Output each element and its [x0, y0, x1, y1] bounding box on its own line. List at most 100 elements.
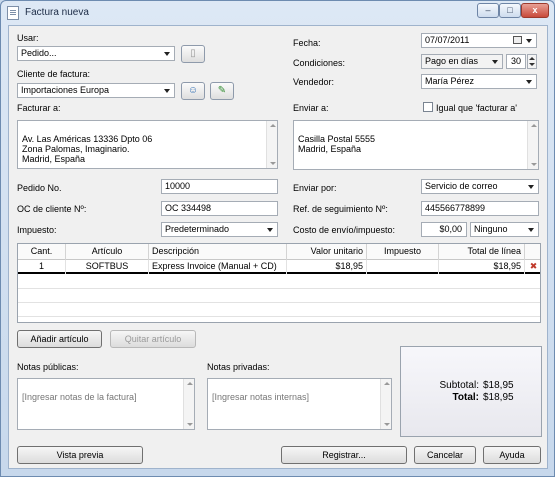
costo-label: Costo de envío/impuesto:	[293, 225, 396, 235]
impuesto-select[interactable]: Predeterminado	[161, 222, 278, 237]
enviar-por-select[interactable]: Servicio de correo	[421, 179, 539, 194]
same-as-bill-label: Igual que 'facturar a'	[436, 103, 517, 113]
oc-input[interactable]: OC 334498	[161, 201, 278, 216]
ship-to-address[interactable]: Casilla Postal 5555 Madrid, España	[293, 120, 539, 170]
vendedor-label: Vendedor:	[293, 77, 335, 87]
empty-row[interactable]	[18, 275, 540, 289]
cliente-value: Importaciones Europa	[21, 85, 110, 95]
title-bar: Factura nueva – □ x	[1, 1, 554, 25]
help-button[interactable]: Ayuda	[483, 446, 541, 464]
condiciones-label: Condiciones:	[293, 58, 346, 68]
register-button[interactable]: Registrar...	[281, 446, 407, 464]
edit-icon: ✎	[217, 85, 227, 96]
col-articulo[interactable]: Artículo	[66, 244, 149, 260]
public-notes-scrollbar[interactable]	[183, 379, 194, 429]
impuesto-label: Impuesto:	[17, 225, 57, 235]
cell-articulo[interactable]: SOFTBUS	[66, 260, 149, 274]
public-notes-label: Notas públicas:	[17, 362, 79, 372]
cell-valor[interactable]: $18,95	[287, 260, 367, 274]
subtotal-label: Subtotal:	[439, 380, 479, 391]
seguimiento-label: Ref. de seguimiento Nº:	[293, 204, 388, 214]
maximize-button[interactable]: □	[499, 3, 521, 18]
public-notes-placeholder: [Ingresar notas de la factura]	[22, 392, 137, 402]
bill-to-scrollbar[interactable]	[266, 121, 277, 168]
edit-client-button[interactable]: ✎	[210, 82, 234, 100]
pedido-input[interactable]: 10000	[161, 179, 278, 194]
enviar-label: Enviar a:	[293, 103, 329, 113]
total-label: Total:	[452, 392, 479, 403]
chevron-down-icon	[488, 55, 502, 68]
seguimiento-input[interactable]: 445566778899	[421, 201, 539, 216]
col-cant[interactable]: Cant.	[18, 244, 66, 260]
oc-label: OC de cliente Nº:	[17, 204, 87, 214]
document-button[interactable]: ▯	[181, 45, 205, 63]
window-title: Factura nueva	[25, 7, 89, 18]
condiciones-select[interactable]: Pago en días	[421, 54, 503, 69]
days-spinner[interactable]	[527, 54, 537, 69]
cell-cant[interactable]: 1	[18, 260, 66, 274]
chevron-down-icon	[524, 180, 538, 193]
col-total[interactable]: Total de línea	[439, 244, 525, 260]
contacts-button[interactable]: ☺	[181, 82, 205, 100]
costo-tax-value: Ninguno	[474, 224, 508, 234]
enviar-por-value: Servicio de correo	[425, 181, 498, 191]
contacts-icon: ☺	[187, 85, 199, 96]
pedido-label: Pedido No.	[17, 183, 62, 193]
chevron-down-icon	[160, 84, 174, 97]
enviar-por-label: Enviar por:	[293, 183, 337, 193]
items-table[interactable]: Cant. Artículo Descripción Valor unitari…	[17, 243, 541, 323]
empty-row[interactable]	[18, 289, 540, 303]
impuesto-value: Predeterminado	[165, 224, 230, 234]
private-notes-label: Notas privadas:	[207, 362, 270, 372]
vendedor-value: María Pérez	[425, 76, 475, 86]
private-notes-placeholder: [Ingresar notas internas]	[212, 392, 310, 402]
chevron-down-icon	[522, 75, 536, 88]
fecha-value: 07/07/2011	[425, 35, 470, 45]
ship-to-text: Casilla Postal 5555 Madrid, España	[298, 134, 376, 154]
private-notes-input[interactable]: [Ingresar notas internas]	[207, 378, 392, 430]
usar-value: Pedido...	[21, 48, 57, 58]
preview-button[interactable]: Vista previa	[17, 446, 143, 464]
fecha-picker[interactable]: 07/07/2011	[421, 33, 537, 48]
close-button[interactable]: x	[521, 3, 549, 18]
costo-tax-select[interactable]: Ninguno	[470, 222, 539, 237]
private-notes-scrollbar[interactable]	[380, 379, 391, 429]
public-notes-input[interactable]: [Ingresar notas de la factura]	[17, 378, 195, 430]
same-as-bill-checkbox[interactable]	[423, 102, 433, 112]
cell-impuesto[interactable]	[367, 260, 439, 274]
vendedor-select[interactable]: María Pérez	[421, 74, 537, 89]
usar-select[interactable]: Pedido...	[17, 46, 175, 61]
chevron-down-icon	[524, 223, 538, 236]
chevron-down-icon	[522, 34, 536, 47]
subtotal-value: $18,95	[483, 380, 514, 391]
cliente-label: Cliente de factura:	[17, 69, 91, 79]
cancel-button[interactable]: Cancelar	[414, 446, 476, 464]
cliente-select[interactable]: Importaciones Europa	[17, 83, 175, 98]
add-item-button[interactable]: Añadir artículo	[17, 330, 102, 348]
facturar-label: Facturar a:	[17, 103, 61, 113]
remove-item-button[interactable]: Quitar artículo	[110, 330, 196, 348]
cell-descripcion[interactable]: Express Invoice (Manual + CD)	[149, 260, 287, 274]
bill-to-text: Av. Las Américas 13336 Dpto 06 Zona Palo…	[22, 134, 153, 164]
delete-row-button[interactable]: ✖	[525, 260, 542, 274]
usar-label: Usar:	[17, 33, 39, 43]
fecha-label: Fecha:	[293, 38, 321, 48]
table-row[interactable]: 1 SOFTBUS Express Invoice (Manual + CD) …	[18, 260, 540, 274]
chevron-down-icon	[160, 47, 174, 60]
col-descripcion[interactable]: Descripción	[149, 244, 287, 260]
condiciones-days-input[interactable]: 30	[506, 54, 526, 69]
cell-total[interactable]: $18,95	[439, 260, 525, 274]
table-header: Cant. Artículo Descripción Valor unitari…	[18, 244, 540, 260]
bill-to-address[interactable]: Av. Las Américas 13336 Dpto 06 Zona Palo…	[17, 120, 278, 169]
costo-input[interactable]: $0,00	[421, 222, 467, 237]
dialog-content: Usar: Pedido... ▯ Cliente de factura: Im…	[8, 25, 548, 469]
calendar-icon	[513, 36, 522, 44]
minimize-button[interactable]: –	[477, 3, 499, 18]
col-actions	[525, 244, 542, 260]
total-value: $18,95	[483, 392, 514, 403]
col-impuesto[interactable]: Impuesto	[367, 244, 439, 260]
col-valor[interactable]: Valor unitario	[287, 244, 367, 260]
document-icon: ▯	[190, 48, 196, 59]
ship-to-scrollbar[interactable]	[527, 121, 538, 169]
empty-row[interactable]	[18, 303, 540, 317]
